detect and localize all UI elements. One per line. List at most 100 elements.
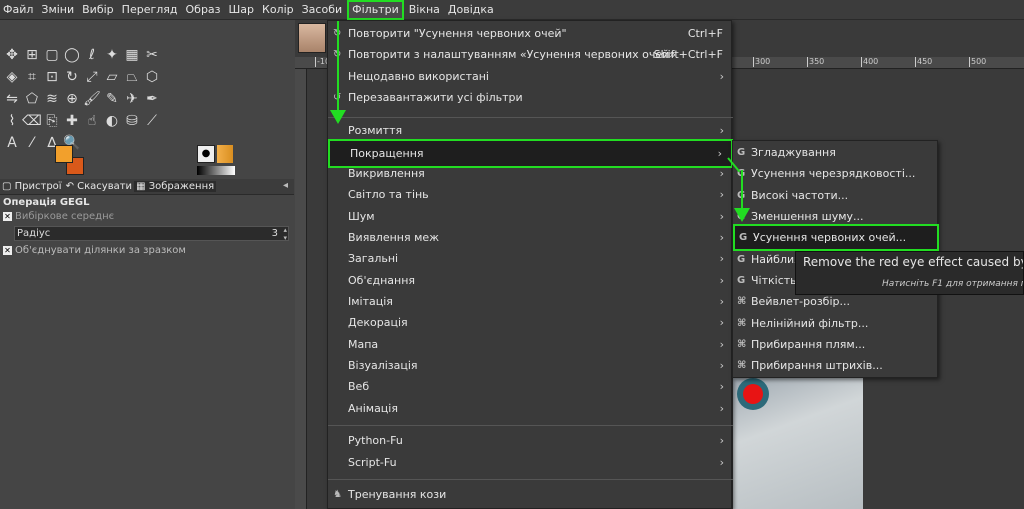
menu-layer[interactable]: Шар — [226, 0, 258, 20]
menu-python-fu[interactable]: Python-Fu › — [328, 430, 733, 451]
submenu-high-pass[interactable]: GВисокі частоти... — [733, 185, 939, 206]
submenu-nl-filter[interactable]: ⌘ Нелінійний фільтр... — [733, 313, 939, 334]
menu-view[interactable]: Перегляд — [119, 0, 181, 20]
menu-artistic[interactable]: Імітація › — [328, 291, 733, 312]
chevron-right-icon: › — [719, 70, 724, 83]
submenu-destripe[interactable]: ⌘ Прибирання штрихів... — [733, 355, 939, 376]
ink-icon[interactable]: ✒ — [142, 88, 162, 110]
option-merge-sampled[interactable]: ✕ Об'єднувати ділянки за зразком — [3, 245, 186, 256]
rotate-icon[interactable]: ↻ — [62, 66, 82, 88]
menu-tools[interactable]: Засоби — [299, 0, 346, 20]
smudge-icon[interactable]: ☝ — [82, 110, 102, 132]
eraser-icon[interactable]: ⌫ — [22, 110, 42, 132]
menu-decor[interactable]: Декорація › — [328, 312, 733, 333]
perspective-icon[interactable]: ⏢ — [122, 66, 142, 88]
menu-edge-detect[interactable]: Виявлення меж › — [328, 227, 733, 248]
color-picker-icon[interactable]: ⁄ — [22, 132, 42, 154]
menu-script-fu[interactable]: Script-Fu › — [328, 452, 733, 473]
radius-value[interactable]: 3 — [272, 228, 278, 239]
menu-blur[interactable]: Розмиття › — [328, 120, 733, 141]
text-icon[interactable]: A — [2, 132, 22, 154]
scissors-icon[interactable]: ✂ — [142, 44, 162, 66]
ellipse-select-icon[interactable]: ◯ — [62, 44, 82, 66]
menu-windows[interactable]: Вікна — [406, 0, 443, 20]
submenu-deinterlace[interactable]: GУсунення черезрядковості... — [733, 163, 939, 184]
menu-render[interactable]: Візуалізація › — [328, 355, 733, 376]
move-icon[interactable]: ✥ — [2, 44, 22, 66]
foreground-select-icon[interactable]: ◈ — [2, 66, 22, 88]
menu-colors[interactable]: Колір — [259, 0, 297, 20]
vertical-ruler — [295, 69, 307, 509]
airbrush-icon[interactable]: ✈ — [122, 88, 142, 110]
menu-reset-filters[interactable]: ↺Перезавантажити усі фільтри — [328, 87, 733, 108]
submenu-red-eye-removal-label: Усунення червоних очей... — [753, 231, 907, 244]
clone-icon[interactable]: ⎘ — [42, 110, 62, 132]
mypaint-icon[interactable]: ⌇ — [2, 110, 22, 132]
3d-transform-icon[interactable]: ⬡ — [142, 66, 162, 88]
fuzzy-select-icon[interactable]: ✦ — [102, 44, 122, 66]
crop-icon[interactable]: ⌗ — [22, 66, 42, 88]
warp-icon[interactable]: ≋ — [42, 88, 62, 110]
menu-help[interactable]: Довідка — [445, 0, 497, 20]
tab-images[interactable]: ▦ Зображення — [134, 181, 217, 192]
option-sample-average[interactable]: ✕ Вибіркове середнє — [3, 211, 114, 222]
menu-image[interactable]: Образ — [183, 0, 224, 20]
spin-arrows-icon[interactable]: ▴ ▾ — [283, 226, 287, 242]
chevron-right-icon: › — [719, 188, 724, 201]
checkbox-icon[interactable]: ✕ — [3, 212, 12, 221]
foreground-color[interactable] — [55, 145, 73, 163]
dock-menu-icon[interactable]: ◂ — [283, 180, 288, 191]
menu-light-shadow[interactable]: Світло та тінь › — [328, 184, 733, 205]
handle-transform-icon[interactable]: ⊕ — [62, 88, 82, 110]
by-color-icon[interactable]: ▦ — [122, 44, 142, 66]
checkbox-icon[interactable]: ✕ — [3, 246, 12, 255]
pattern-icon[interactable] — [217, 145, 233, 163]
menu-generic[interactable]: Загальні › — [328, 248, 733, 269]
menu-distorts[interactable]: Викривлення › — [328, 163, 733, 184]
menu-goat-exercise[interactable]: ♞ Тренування кози — [328, 484, 733, 505]
submenu-antialias-label: Згладжування — [751, 146, 836, 159]
menu-animation[interactable]: Анімація › — [328, 398, 733, 419]
lasso-icon[interactable]: ℓ — [82, 44, 102, 66]
paintbrush-icon[interactable]: 🖌 — [82, 88, 102, 110]
tool-options-title: Операція GEGL — [3, 197, 90, 208]
bucket-fill-icon[interactable]: ⛁ — [122, 110, 142, 132]
flip-icon[interactable]: ⇋ — [2, 88, 22, 110]
pencil-icon[interactable]: ✎ — [102, 88, 122, 110]
brush-pattern-gradient[interactable]: ● — [197, 145, 237, 175]
unified-transform-icon[interactable]: ⊡ — [42, 66, 62, 88]
image-thumbnail[interactable] — [298, 23, 326, 53]
menu-noise[interactable]: Шум › — [328, 206, 733, 227]
submenu-wavelet-label: Вейвлет-розбір... — [751, 295, 850, 308]
menu-generic-label: Загальні — [348, 252, 399, 265]
dodge-icon[interactable]: ◐ — [102, 110, 122, 132]
menu-select[interactable]: Вибір — [79, 0, 117, 20]
align-icon[interactable]: ⊞ — [22, 44, 42, 66]
rect-select-icon[interactable]: ▢ — [42, 44, 62, 66]
tab-undo[interactable]: ↶ Скасувати — [64, 181, 134, 192]
gradient-icon[interactable] — [197, 166, 235, 175]
menu-recent[interactable]: Нещодавно використані › — [328, 66, 733, 87]
menu-filters[interactable]: Фільтри — [347, 0, 404, 20]
cage-icon[interactable]: ⬠ — [22, 88, 42, 110]
brush-icon[interactable]: ● — [197, 145, 215, 163]
scale-icon[interactable]: ⤢ — [82, 66, 102, 88]
menu-file[interactable]: Файл — [0, 0, 36, 20]
menu-decor-label: Декорація — [348, 316, 408, 329]
heal-icon[interactable]: ✚ — [62, 110, 82, 132]
chevron-right-icon: › — [719, 380, 724, 393]
shear-icon[interactable]: ▱ — [102, 66, 122, 88]
submenu-antialias[interactable]: G Згладжування — [733, 142, 939, 163]
submenu-red-eye-removal[interactable]: G Усунення червоних очей... — [733, 224, 939, 251]
menu-combine[interactable]: Об'єднання › — [328, 270, 733, 291]
radius-spinner[interactable]: Радіус 3 ▴ ▾ — [14, 226, 289, 242]
menu-repeat-last[interactable]: ↻Повторити "Усунення червоних очей"Ctrl+… — [328, 23, 733, 44]
tab-devices[interactable]: ▢ Пристрої — [0, 181, 64, 192]
menu-map[interactable]: Мапа › — [328, 334, 733, 355]
paths-icon[interactable]: ⟋ — [142, 110, 162, 132]
menu-reshow-last[interactable]: ↻Повторити з налаштуванням «Усунення чер… — [328, 44, 733, 65]
menu-reset-filters-label: Перезавантажити усі фільтри — [348, 91, 523, 104]
submenu-despeckle[interactable]: ⌘ Прибирання плям... — [733, 334, 939, 355]
menu-web[interactable]: Веб › — [328, 376, 733, 397]
menu-edit[interactable]: Зміни — [38, 0, 77, 20]
